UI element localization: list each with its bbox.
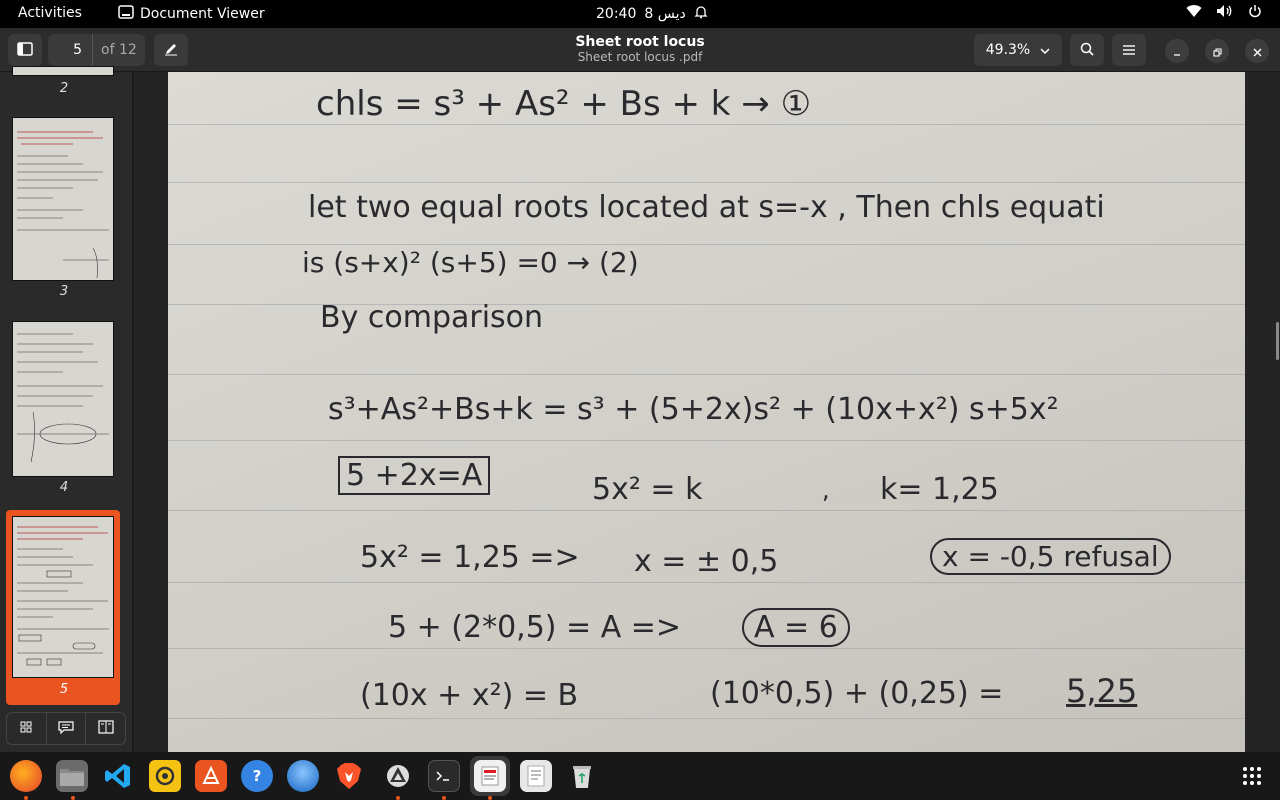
- thumbnail-label: 3: [59, 284, 69, 299]
- thumbnail-sidebar[interactable]: 2 3 4 5: [0, 66, 133, 752]
- page-thumbnail-selected[interactable]: [12, 516, 114, 678]
- restore-icon: [1212, 42, 1222, 61]
- running-indicator: [396, 796, 400, 800]
- sidebar-view-switcher: [6, 712, 126, 745]
- page-thumbnail[interactable]: [12, 66, 114, 76]
- page-thumbnail[interactable]: [12, 321, 114, 477]
- system-tray[interactable]: [1186, 4, 1262, 22]
- thumbnail-label: 2: [59, 81, 69, 96]
- search-icon: [1080, 41, 1094, 60]
- document-page: chls = s³ + As² + Bs + k → ① let two equ…: [168, 72, 1245, 752]
- equation-line: k= 1,25: [880, 472, 999, 507]
- hamburger-icon: [1122, 41, 1136, 60]
- separator-comma: ,: [822, 476, 830, 504]
- rhythmbox-icon[interactable]: [149, 760, 181, 792]
- equation-line: is (s+x)² (s+5) =0 → (2): [302, 246, 639, 279]
- header-bar: 5 of 12 Sheet root locus Sheet root locu…: [0, 28, 1280, 72]
- equation-line: (10x + x²) = B: [360, 678, 579, 713]
- equation-line: (10*0,5) + (0,25) =: [710, 676, 1004, 711]
- vscode-icon[interactable]: [102, 760, 134, 792]
- equation-line: chls = s³ + As² + Bs + k → ①: [316, 84, 812, 124]
- app-name: Document Viewer: [140, 6, 265, 22]
- text-editor-icon[interactable]: [520, 760, 552, 792]
- files-icon[interactable]: [56, 760, 88, 792]
- equation-line: 5x² = k: [592, 472, 703, 507]
- grid-icon: [20, 721, 32, 737]
- underlined-result: 5,25: [1066, 672, 1138, 710]
- clouded-note: x = -0,5 refusal: [930, 538, 1171, 575]
- wifi-icon: [1186, 4, 1202, 22]
- text-line: let two equal roots located at s=-x , Th…: [308, 190, 1105, 225]
- chevron-down-icon: [1040, 42, 1050, 58]
- bookmarks-view-button[interactable]: [86, 713, 125, 744]
- close-icon: [1253, 42, 1262, 61]
- running-indicator: [24, 796, 28, 800]
- document-view[interactable]: chls = s³ + As² + Bs + k → ① let two equ…: [134, 72, 1280, 752]
- annotations-view-button[interactable]: [47, 713, 87, 744]
- boxed-equation: 5 +2x=A: [338, 456, 491, 495]
- comment-icon: [58, 720, 74, 738]
- thumbnail-label: 5: [59, 682, 69, 697]
- clock-date: 8 ديس: [644, 6, 686, 22]
- activities-button[interactable]: Activities: [18, 5, 82, 21]
- minimize-icon: [1173, 42, 1181, 61]
- running-indicator: [488, 796, 492, 800]
- minimize-button[interactable]: [1165, 39, 1189, 63]
- help-icon[interactable]: ?: [241, 760, 273, 792]
- software-icon[interactable]: [195, 760, 227, 792]
- document-viewer-app-icon[interactable]: [474, 760, 506, 792]
- power-icon: [1248, 4, 1262, 22]
- volume-icon: [1216, 4, 1234, 22]
- clock[interactable]: 20:40 8 ديس: [596, 5, 708, 23]
- equation-line: x = ± 0,5: [634, 544, 779, 579]
- page-thumbnail[interactable]: [12, 117, 114, 281]
- firefox-icon[interactable]: [10, 760, 42, 792]
- equation-line: s³+As²+Bs+k = s³ + (5+2x)s² + (10x+x²) s…: [328, 392, 1059, 427]
- search-button[interactable]: [1070, 34, 1104, 66]
- top-bar: Activities Document Viewer 20:40 8 ديس: [0, 0, 1280, 28]
- terminal-icon[interactable]: [428, 760, 460, 792]
- clouded-result: A = 6: [742, 608, 850, 647]
- zoom-selector[interactable]: 49.3%: [974, 34, 1062, 66]
- zoom-level: 49.3%: [985, 42, 1031, 58]
- inkscape-icon[interactable]: [382, 760, 414, 792]
- running-indicator: [442, 796, 446, 800]
- clock-time: 20:40: [596, 6, 637, 22]
- thumbnail-label: 4: [59, 480, 69, 495]
- main-menu-button[interactable]: [1112, 34, 1146, 66]
- scrollbar[interactable]: [1276, 322, 1279, 360]
- app-grid-icon[interactable]: [1236, 760, 1268, 792]
- running-indicator: [71, 796, 75, 800]
- book-icon: [98, 719, 114, 738]
- brave-icon[interactable]: [333, 760, 365, 792]
- document-viewer-icon: [118, 5, 134, 23]
- text-line: By comparison: [320, 300, 544, 335]
- app-menu[interactable]: Document Viewer: [118, 5, 265, 23]
- maximize-button[interactable]: [1205, 39, 1229, 63]
- equation-line: 5 + (2*0,5) = A =>: [388, 610, 682, 645]
- trash-icon[interactable]: [566, 760, 598, 792]
- alarm-icon: [694, 5, 708, 23]
- close-button[interactable]: [1245, 39, 1269, 63]
- thunderbird-icon[interactable]: [287, 760, 319, 792]
- equation-line: 5x² = 1,25 =>: [360, 540, 580, 575]
- dock: ?: [0, 752, 1280, 800]
- thumbnails-view-button[interactable]: [7, 713, 47, 744]
